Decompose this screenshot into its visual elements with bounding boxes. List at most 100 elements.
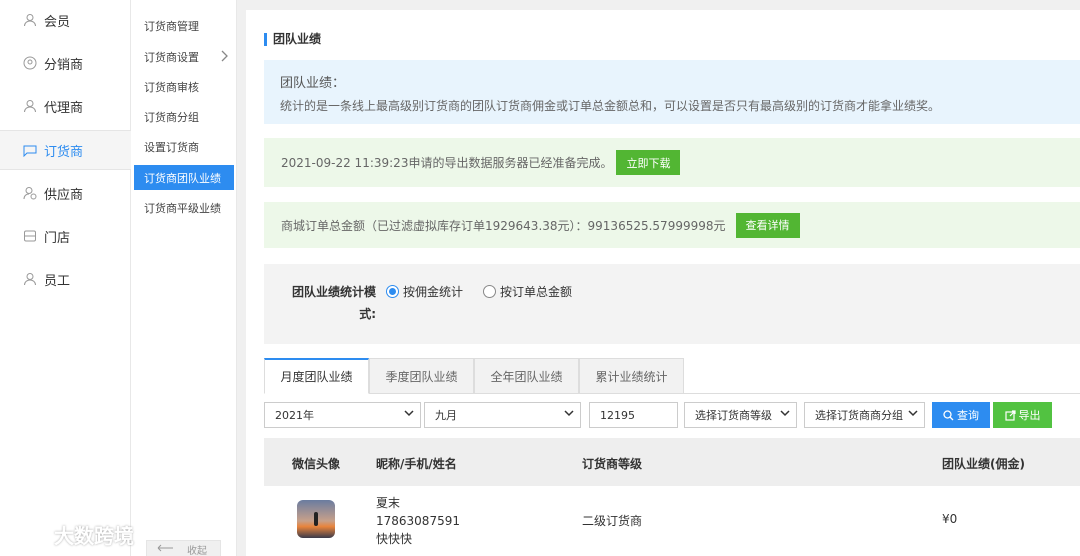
chevron-down-icon bbox=[908, 408, 918, 421]
main-content: 团队业绩 团队业绩： 统计的是一条线上最高级别订货商的团队订货商佣金或订单总金额… bbox=[246, 10, 1080, 556]
nav-item-member[interactable]: 会员 bbox=[0, 0, 131, 40]
subnav-label: 订货商设置 bbox=[144, 50, 199, 64]
keyword-input-value: 12195 bbox=[600, 408, 635, 422]
subnav-label: 订货商团队业绩 bbox=[144, 171, 221, 185]
nav-item-label: 员工 bbox=[44, 273, 71, 289]
search-icon bbox=[943, 409, 954, 421]
radio-label: 按佣金统计 bbox=[403, 285, 464, 299]
subnav-orderer-settings[interactable]: 订货商设置 bbox=[134, 44, 234, 69]
column-header-level: 订货商等级 bbox=[582, 457, 643, 471]
store-icon bbox=[22, 228, 38, 244]
secondary-sidebar: 订货商管理 订货商设置 订货商审核 订货商分组 设置订货商 订货商团队业绩 订货… bbox=[131, 0, 237, 556]
tab-yearly[interactable]: 全年团队业绩 bbox=[474, 358, 579, 394]
subnav-peer-performance[interactable]: 订货商平级业绩 bbox=[134, 195, 234, 220]
subnav-label: 订货商平级业绩 bbox=[144, 201, 221, 215]
chevron-down-icon bbox=[404, 408, 414, 421]
export-icon bbox=[1004, 409, 1016, 421]
order-icon bbox=[22, 142, 38, 158]
subnav-orderer-manage[interactable]: 订货商管理 bbox=[134, 13, 234, 38]
tab-monthly[interactable]: 月度团队业绩 bbox=[264, 358, 369, 394]
total-notice: 商城订单总金额（已过滤虚拟库存订单1929643.38元）：99136525.5… bbox=[264, 202, 1080, 248]
keyword-input[interactable]: 12195 bbox=[589, 402, 678, 428]
watermark: 大数跨境 bbox=[8, 520, 134, 549]
nav-item-label: 分销商 bbox=[44, 57, 84, 73]
info-title: 团队业绩： bbox=[280, 76, 346, 91]
nav-item-store[interactable]: 门店 bbox=[0, 216, 131, 256]
search-button-label: 查询 bbox=[957, 409, 979, 422]
level-select-value: 选择订货商等级 bbox=[695, 409, 772, 422]
watermark-logo bbox=[8, 524, 48, 546]
radio-by-commission[interactable]: 按佣金统计 bbox=[386, 283, 463, 300]
tab-cumulative[interactable]: 累计业绩统计 bbox=[579, 358, 684, 394]
user-icon bbox=[22, 12, 38, 28]
radio-checked-icon bbox=[386, 285, 399, 298]
watermark-text: 大数跨境 bbox=[54, 524, 134, 548]
distributor-icon bbox=[22, 55, 38, 71]
mode-label: 团队业绩统计模式: bbox=[291, 285, 376, 321]
info-text: 统计的是一条线上最高级别订货商的团队订货商佣金或订单总金额总和，可以设置是否只有… bbox=[280, 99, 941, 113]
collapse-button[interactable]: 收起 bbox=[146, 540, 221, 556]
month-select[interactable]: 九月 bbox=[424, 402, 581, 428]
export-notice-text: 2021-09-22 11:39:23申请的导出数据服务器已经准备完成。 bbox=[281, 156, 613, 170]
column-header-nickname: 昵称/手机/姓名 bbox=[376, 457, 457, 471]
phone-text: 17863087591 bbox=[376, 514, 460, 528]
performance-cell: ¥0 bbox=[942, 512, 958, 526]
month-select-value: 九月 bbox=[435, 409, 457, 422]
view-details-button[interactable]: 查看详情 bbox=[735, 212, 800, 238]
subnav-label: 订货商审核 bbox=[144, 80, 199, 94]
nav-item-label: 会员 bbox=[44, 14, 71, 30]
collapse-label: 收起 bbox=[187, 545, 207, 556]
year-select-value: 2021年 bbox=[275, 409, 314, 422]
column-header-performance: 团队业绩(佣金) bbox=[942, 457, 1025, 471]
nickname-text: 夏末 bbox=[376, 496, 401, 510]
radio-label: 按订单总金额 bbox=[500, 285, 573, 299]
nav-item-label: 代理商 bbox=[44, 100, 84, 116]
nav-item-label: 门店 bbox=[44, 230, 71, 246]
export-button-label: 导出 bbox=[1018, 409, 1041, 422]
subnav-set-orderer[interactable]: 设置订货商 bbox=[134, 134, 234, 159]
arrow-left-icon bbox=[157, 544, 173, 555]
subnav-team-performance[interactable]: 订货商团队业绩 bbox=[134, 165, 234, 190]
nav-item-label: 订货商 bbox=[44, 144, 84, 160]
page-title: 团队业绩 bbox=[264, 33, 321, 46]
subnav-label: 设置订货商 bbox=[144, 140, 199, 154]
level-cell: 二级订货商 bbox=[582, 514, 643, 528]
column-header-avatar: 微信头像 bbox=[292, 457, 341, 471]
statistics-mode-panel: 团队业绩统计模式: 按佣金统计 按订单总金额 bbox=[264, 264, 1080, 344]
nav-item-staff[interactable]: 员工 bbox=[0, 259, 131, 299]
nickname-cell: 夏末 17863087591 快快快 bbox=[376, 494, 460, 548]
table-header: 微信头像 昵称/手机/姓名 订货商等级 团队业绩(佣金) bbox=[264, 438, 1080, 486]
year-select[interactable]: 2021年 bbox=[264, 402, 421, 428]
staff-icon bbox=[22, 271, 38, 287]
chevron-down-icon bbox=[564, 408, 574, 421]
download-now-button[interactable]: 立即下载 bbox=[616, 150, 681, 175]
nav-item-agent[interactable]: 代理商 bbox=[0, 86, 131, 126]
info-box: 团队业绩： 统计的是一条线上最高级别订货商的团队订货商佣金或订单总金额总和，可以… bbox=[264, 60, 1080, 124]
nav-item-distributor[interactable]: 分销商 bbox=[0, 43, 131, 83]
primary-sidebar: 会员 分销商 代理商 订货商 供应商 门店 员工 bbox=[0, 0, 131, 556]
filter-bar: 2021年 九月 12195 选择订货商等级 选择订货商商分组 查询 导出 bbox=[264, 402, 1080, 428]
name-text: 快快快 bbox=[376, 532, 413, 546]
nav-item-label: 供应商 bbox=[44, 187, 84, 203]
supplier-icon bbox=[22, 185, 38, 201]
subnav-orderer-group[interactable]: 订货商分组 bbox=[134, 104, 234, 129]
export-notice: 2021-09-22 11:39:23申请的导出数据服务器已经准备完成。 立即下… bbox=[264, 138, 1080, 187]
group-select-value: 选择订货商商分组 bbox=[815, 409, 903, 422]
chevron-right-icon bbox=[220, 50, 228, 65]
total-notice-text: 商城订单总金额（已过滤虚拟库存订单1929643.38元）：99136525.5… bbox=[281, 218, 726, 233]
group-select[interactable]: 选择订货商商分组 bbox=[804, 402, 925, 428]
tab-quarterly[interactable]: 季度团队业绩 bbox=[369, 358, 474, 394]
chevron-down-icon bbox=[780, 408, 790, 421]
radio-unchecked-icon bbox=[483, 285, 496, 298]
radio-by-order-total[interactable]: 按订单总金额 bbox=[483, 283, 572, 300]
subnav-orderer-review[interactable]: 订货商审核 bbox=[134, 74, 234, 99]
nav-item-supplier[interactable]: 供应商 bbox=[0, 173, 131, 213]
search-button[interactable]: 查询 bbox=[932, 402, 990, 428]
subnav-label: 订货商分组 bbox=[144, 110, 199, 124]
export-button[interactable]: 导出 bbox=[993, 402, 1052, 428]
avatar bbox=[297, 500, 335, 538]
agent-icon bbox=[22, 98, 38, 114]
performance-tabs: 月度团队业绩 季度团队业绩 全年团队业绩 累计业绩统计 bbox=[264, 358, 1080, 394]
level-select[interactable]: 选择订货商等级 bbox=[684, 402, 797, 428]
nav-item-orderer[interactable]: 订货商 bbox=[0, 130, 131, 170]
